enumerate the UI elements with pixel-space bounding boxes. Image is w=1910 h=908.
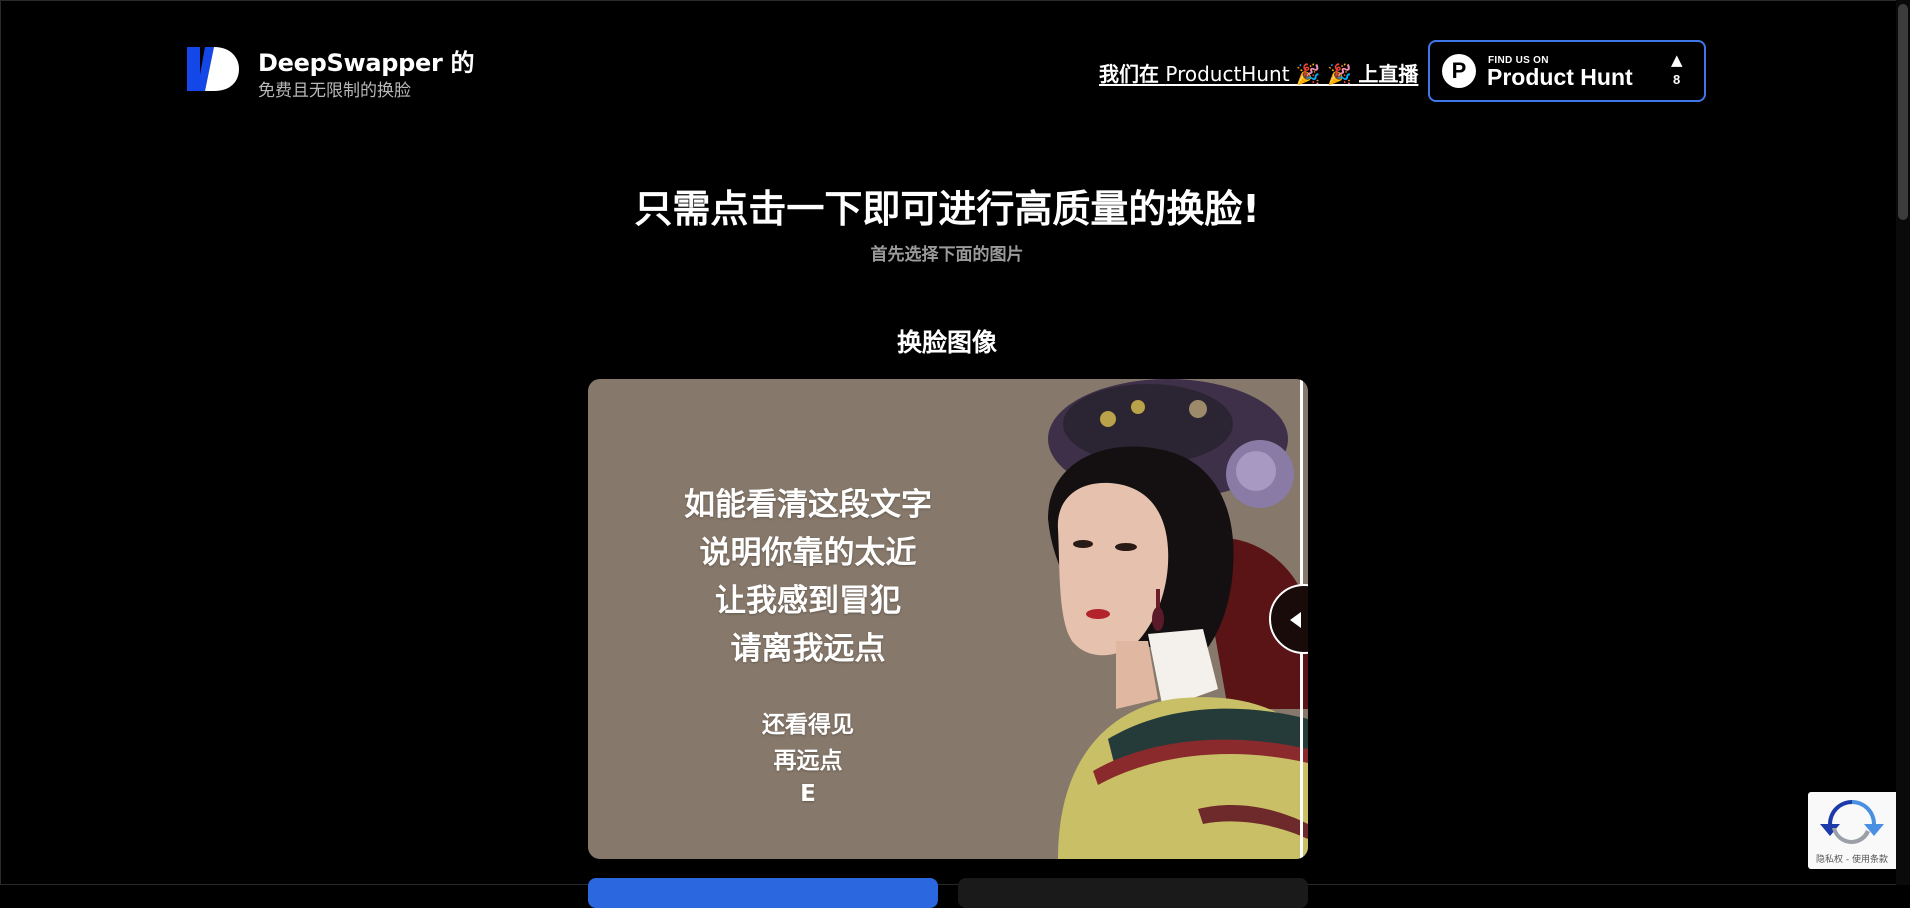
face-swap-image[interactable]: 如能看清这段文字 说明你靠的太近 让我感到冒犯 请离我远点 还看得见 再远点 E: [588, 379, 1308, 859]
producthunt-live-link[interactable]: 我们在 ProductHunt 🎉 🎉 上直播: [1099, 58, 1418, 87]
recaptcha-badge[interactable]: 隐私权 - 使用条款: [1808, 792, 1896, 869]
recaptcha-footer[interactable]: 隐私权 - 使用条款: [1808, 852, 1896, 865]
face-swap-section-title: 换脸图像: [896, 328, 997, 357]
producthunt-name: Product Hunt: [1487, 64, 1633, 90]
producthunt-link-middle: ProductHunt 🎉 🎉: [1165, 62, 1353, 86]
producthunt-logo-icon: P: [1442, 54, 1476, 88]
poster-line: 如能看清这段文字: [684, 487, 932, 523]
poster-small-line: 再远点: [773, 748, 843, 774]
page-scrollbar[interactable]: [1896, 0, 1910, 885]
primary-action-button[interactable]: [588, 878, 938, 908]
upvote-count: 8: [1673, 72, 1681, 87]
poster-line: 请离我远点: [730, 631, 886, 667]
portrait-illustration: [1048, 379, 1308, 859]
handle-mask: [1308, 570, 1368, 670]
secondary-action-button[interactable]: [958, 878, 1308, 908]
producthunt-badge[interactable]: P FIND US ON Product Hunt ▲ 8: [1428, 40, 1706, 102]
producthunt-link-before: 我们在: [1099, 62, 1159, 86]
poster-small-line: E: [800, 781, 816, 807]
poster-line: 让我感到冒犯: [715, 583, 901, 619]
producthunt-link-after: 上直播: [1358, 62, 1419, 86]
brand-name[interactable]: DeepSwapper 的: [258, 43, 475, 78]
scrollbar-thumb[interactable]: [1898, 4, 1908, 220]
page-subtitle: 首先选择下面的图片: [870, 245, 1024, 265]
poster-small-line: 还看得见: [762, 712, 854, 738]
brand-tagline: 免费且无限制的换脸: [258, 81, 411, 101]
page-title: 只需点击一下即可进行高质量的换脸!: [634, 187, 1260, 231]
upvote-arrow-icon: ▲: [1671, 51, 1683, 69]
deepswapper-logo[interactable]: [187, 44, 239, 94]
poster-line: 说明你靠的太近: [699, 535, 917, 571]
